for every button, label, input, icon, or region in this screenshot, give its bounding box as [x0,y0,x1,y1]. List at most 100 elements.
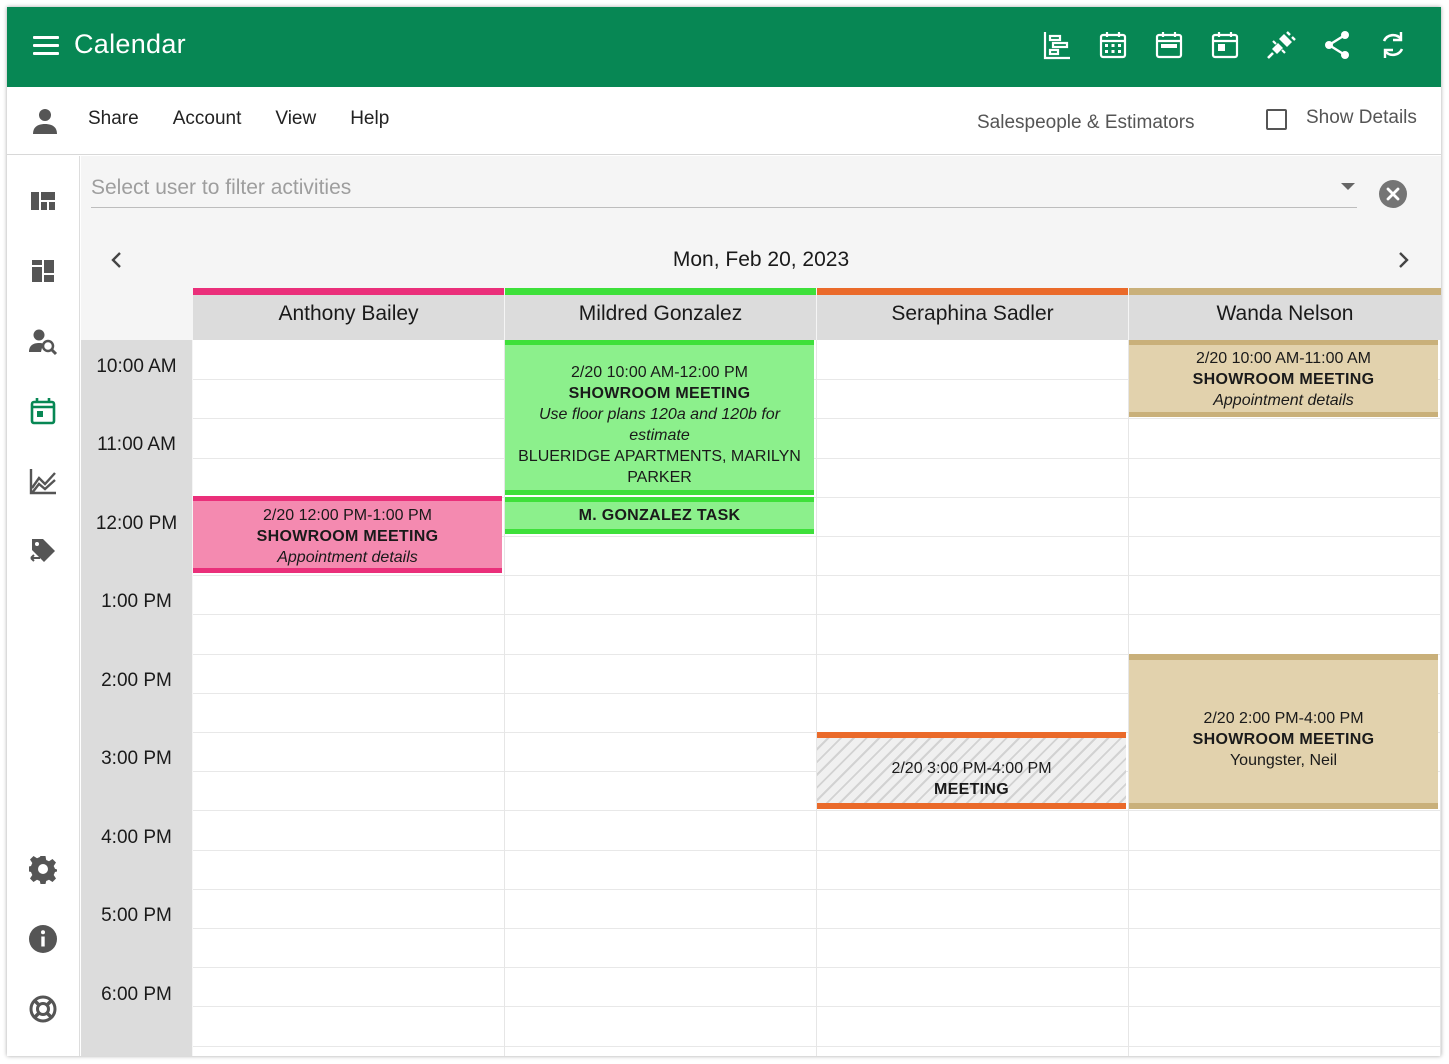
grid-line [505,810,816,812]
grid-line [1129,849,1440,851]
hamburger-menu-icon[interactable] [33,36,59,56]
user-filter-input[interactable] [91,170,1321,206]
resource-column[interactable] [193,340,505,1056]
event-mildred-task[interactable]: M. GONZALEZ TASK [505,497,814,534]
settings-icon[interactable] [28,854,58,884]
grid-line [505,849,816,851]
info-icon[interactable] [28,924,58,954]
grid-line [817,418,1128,420]
grid-line [817,888,1128,890]
menu-account[interactable]: Account [173,108,242,130]
grid-line [505,1006,816,1008]
grid-line [817,379,1128,381]
menu-share[interactable]: Share [88,108,139,130]
support-icon[interactable] [28,994,58,1024]
grid-line [505,692,816,694]
grid-line [1129,496,1440,498]
grid-line [193,810,504,812]
user-icon[interactable] [31,107,59,135]
grid-line [817,928,1128,929]
chevron-down-icon[interactable] [1341,183,1355,190]
grid-line [193,732,504,733]
app-title: Calendar [74,29,186,59]
event-seraphina-meeting[interactable]: 2/20 3:00 PM-4:00 PM MEETING [817,732,1126,809]
menu-view[interactable]: View [275,108,316,130]
time-label: 4:00 PM [101,827,172,848]
week-view-icon[interactable] [1153,29,1185,61]
time-label: 5:00 PM [101,905,172,926]
grid-line [817,849,1128,851]
user-filter [91,170,1357,208]
grid-line [193,653,504,655]
event-wanda-showroom-meeting[interactable]: 2/20 10:00 AM-11:00 AM SHOWROOM MEETING … [1129,340,1438,417]
resource-header-anthony-bailey[interactable]: Anthony Bailey [193,288,504,340]
grid-line [817,1006,1128,1008]
user-search-icon[interactable] [28,326,58,356]
price-tag-icon[interactable] [28,536,58,566]
event-title: SHOWROOM MEETING [256,528,439,545]
event-time: 2/20 2:00 PM-4:00 PM [1203,710,1364,727]
resource-header-seraphina-sadler[interactable]: Seraphina Sadler [817,288,1128,340]
grid-line [817,653,1128,655]
share-icon[interactable] [1321,29,1353,61]
grid-line [193,614,504,616]
resource-column[interactable] [817,340,1129,1056]
sidebar [7,156,80,1056]
event-note: Appointment details [277,549,418,566]
time-column: 10:00 AM 11:00 AM 12:00 PM 1:00 PM 2:00 … [81,340,192,1056]
grid-line [817,967,1128,969]
grid-line [1129,536,1440,537]
grid-line [193,928,504,929]
grid-line [1129,457,1440,459]
grid-line [1129,418,1440,420]
event-mildred-showroom-meeting[interactable]: 2/20 10:00 AM-12:00 PM SHOWROOM MEETING … [505,340,814,495]
grid-line [1129,1006,1440,1008]
clear-filter-icon[interactable] [1379,180,1407,208]
event-time: 2/20 10:00 AM-12:00 PM [571,364,748,381]
event-note: Appointment details [1213,392,1354,409]
calendar-window: Calendar Share Account View Help Salespe… [7,7,1441,1056]
event-anthony-showroom-meeting[interactable]: 2/20 12:00 PM-1:00 PM SHOWROOM MEETING A… [193,496,502,573]
plugin-icon[interactable] [1265,29,1297,61]
event-title: SHOWROOM MEETING [568,385,751,402]
event-note: Use floor plans 120a and 120b for estima… [538,406,781,444]
event-extra: Youngster, Neil [1229,752,1338,769]
board-icon[interactable] [28,256,58,286]
event-title: SHOWROOM MEETING [1192,731,1375,748]
grid-line [817,575,1128,577]
resource-header-wanda-nelson[interactable]: Wanda Nelson [1129,288,1441,340]
show-details-checkbox[interactable] [1266,109,1287,130]
event-title: M. GONZALEZ TASK [578,507,741,524]
grid-line [193,418,504,420]
dashboard-icon[interactable] [28,186,58,216]
time-label: 6:00 PM [101,984,172,1005]
grid-line [505,536,816,537]
grid-line [505,575,816,577]
resource-group-selector[interactable]: Salespeople & Estimators [977,112,1195,134]
day-view-icon[interactable] [1209,29,1241,61]
grid-line [817,496,1128,498]
grid-line [193,457,504,459]
grid-line [1129,967,1440,969]
event-wanda-showroom-meeting-afternoon[interactable]: 2/20 2:00 PM-4:00 PM SHOWROOM MEETING Yo… [1129,654,1438,809]
calendar-nav-icon[interactable] [28,396,58,426]
sync-icon[interactable] [1377,29,1409,61]
menu-help[interactable]: Help [350,108,389,130]
resource-name: Mildred Gonzalez [578,302,743,325]
grid-line [193,849,504,851]
time-label: 3:00 PM [101,748,172,769]
grid-line [505,732,816,733]
analytics-icon[interactable] [28,466,58,496]
grid-line [505,653,816,655]
grid-line [1129,888,1440,890]
month-view-icon[interactable] [1097,29,1129,61]
resource-name: Seraphina Sadler [891,302,1054,325]
time-label: 11:00 AM [97,434,176,455]
grid-line [193,967,504,969]
chevron-right-icon[interactable] [1393,250,1413,270]
resource-header-mildred-gonzalez[interactable]: Mildred Gonzalez [505,288,816,340]
time-label: 10:00 AM [96,356,177,377]
grid-line [817,536,1128,537]
gantt-icon[interactable] [1041,29,1073,61]
grid-line [505,771,816,773]
